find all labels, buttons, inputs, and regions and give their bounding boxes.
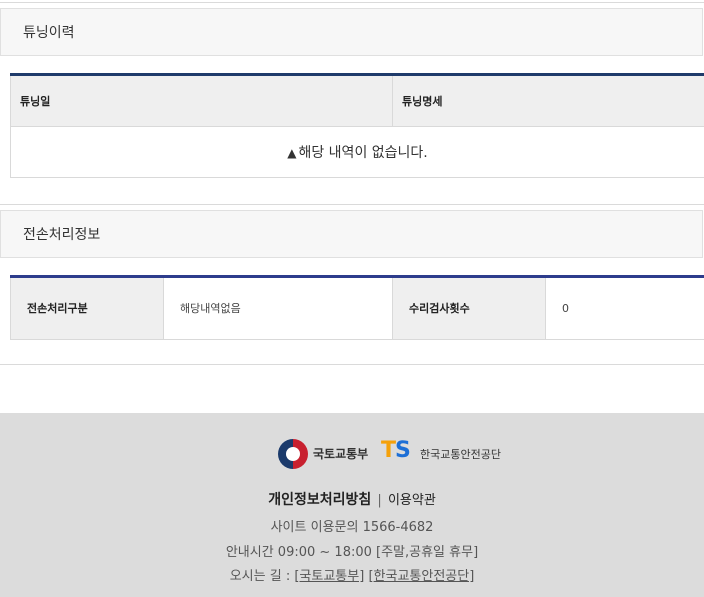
directions-line: 오시는 길 : [국토교통부] [한국교통안전공단]	[0, 565, 704, 584]
directions-kotsa-link[interactable]: [한국교통안전공단]	[368, 569, 474, 584]
tuning-table-header-row: 튜닝일 튜닝명세	[10, 76, 704, 127]
section-divider	[0, 204, 704, 205]
tuning-empty-message: 해당 내역이 없습니다.	[298, 144, 428, 161]
site-footer: 국토교통부 TS 한국교통안전공단 개인정보처리방침 | 이용약관 사이트 이용…	[0, 413, 704, 597]
privacy-policy-link[interactable]: 개인정보처리방침	[268, 492, 371, 508]
total-loss-row: 전손처리구분 해당내역없음 수리검사횟수 0	[10, 278, 704, 340]
tuning-history-title: 튜닝이력	[23, 25, 75, 41]
directions-label: 오시는 길 :	[229, 569, 291, 584]
motie-logo-text[interactable]: 국토교통부	[313, 445, 368, 462]
terms-of-use-link[interactable]: 이용약관	[388, 493, 436, 508]
taegeuk-emblem-icon[interactable]	[278, 439, 308, 469]
column-tuning-detail: 튜닝명세	[392, 76, 704, 127]
total-loss-type-label: 전손처리구분	[10, 278, 164, 340]
total-loss-table: 전손처리구분 해당내역없음 수리검사횟수 0	[10, 278, 704, 340]
repair-inspection-count-value: 0	[545, 278, 704, 340]
site-inquiry-text: 사이트 이용문의 1566-4682	[270, 520, 434, 535]
total-loss-header: 전손처리정보	[0, 210, 703, 258]
tuning-empty-row: ▲ 해당 내역이 없습니다.	[10, 125, 704, 178]
directions-motie-link[interactable]: [국토교통부]	[294, 569, 364, 584]
top-divider	[0, 2, 704, 3]
repair-inspection-count-label: 수리검사횟수	[392, 278, 546, 340]
footer-policy-links: 개인정보처리방침 | 이용약관	[0, 489, 704, 509]
kotsa-logo-text[interactable]: 한국교통안전공단	[420, 446, 501, 462]
ts-logo-icon[interactable]: TS	[381, 438, 411, 463]
bottom-divider	[0, 364, 704, 365]
footer-logos: 국토교통부 TS 한국교통안전공단	[0, 437, 704, 469]
tuning-history-table: 튜닝일 튜닝명세 ▲ 해당 내역이 없습니다.	[10, 76, 704, 178]
total-loss-title: 전손처리정보	[23, 227, 101, 243]
warning-icon: ▲	[287, 145, 297, 160]
column-tuning-date: 튜닝일	[10, 76, 393, 127]
service-hours-text: 안내시간 09:00 ~ 18:00 [주말,공휴일 휴무]	[225, 545, 479, 560]
tuning-empty-cell: ▲ 해당 내역이 없습니다.	[10, 125, 704, 178]
total-loss-type-value: 해당내역없음	[163, 278, 393, 340]
tuning-history-header: 튜닝이력	[0, 8, 703, 56]
policy-divider: |	[377, 493, 382, 508]
